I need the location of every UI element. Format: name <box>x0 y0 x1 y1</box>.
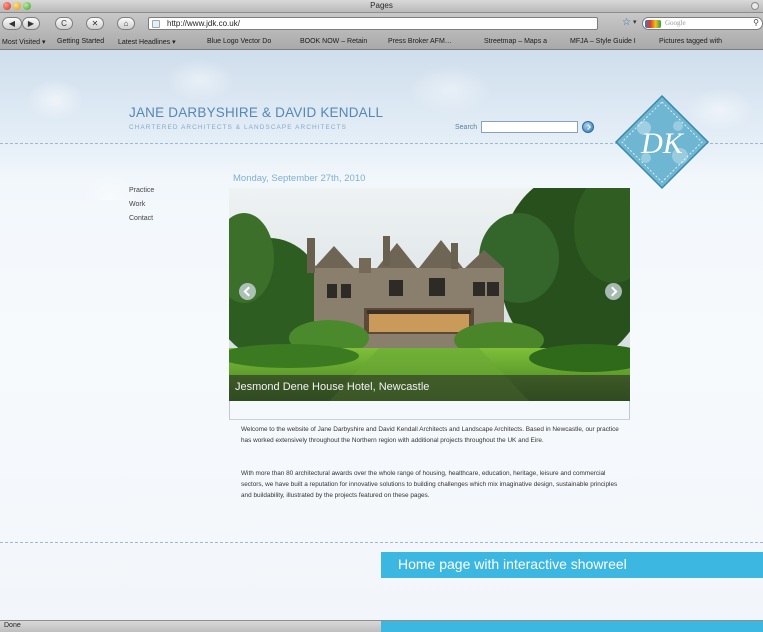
bookmark-item[interactable]: Pictures tagged with <box>659 38 722 45</box>
web-page: JANE DARBYSHIRE & DAVID KENDALL CHARTERE… <box>0 50 763 620</box>
showreel-slideshow[interactable]: Jesmond Dene House Hotel, Newcastle <box>229 188 630 401</box>
site-navigation: Practice Work Contact <box>129 187 154 229</box>
reload-icon: C <box>61 19 67 28</box>
next-slide-button[interactable] <box>605 283 622 300</box>
bookmark-item[interactable]: Streetmap – Maps a <box>484 38 547 45</box>
awards-paragraph: With more than 80 architectural awards o… <box>241 470 618 499</box>
bookmark-star-icon[interactable]: ☆ <box>622 17 631 28</box>
site-search-label: Search <box>455 124 478 131</box>
back-icon: ◀ <box>8 19 16 28</box>
status-text: Done <box>4 622 21 629</box>
slide-caption: Jesmond Dene House Hotel, Newcastle <box>235 381 430 393</box>
logo-letters: DK <box>640 127 685 160</box>
content-frame-bottom <box>229 419 630 420</box>
bookmarks-bar: Most Visited ▾ Getting Started Latest He… <box>0 34 763 50</box>
bookmark-item[interactable]: Getting Started <box>57 38 104 45</box>
bookmark-item[interactable]: BOOK NOW – Retain <box>300 38 367 45</box>
footer-divider <box>0 542 763 543</box>
bookmark-item[interactable]: Blue Logo Vector Do <box>207 38 271 45</box>
magnifier-icon[interactable]: ⚲ <box>753 18 759 27</box>
search-engine-icon[interactable] <box>645 20 661 28</box>
home-icon: ⌂ <box>123 19 129 28</box>
forward-button[interactable]: ▶ <box>22 17 40 30</box>
intro-paragraph: Welcome to the website of Jane Darbyshir… <box>241 426 619 444</box>
slide-caption-bar: Jesmond Dene House Hotel, Newcastle <box>229 375 630 401</box>
window-title: Pages <box>370 1 393 10</box>
practice-logo[interactable]: DK <box>612 92 712 192</box>
nav-item-contact[interactable]: Contact <box>129 215 154 222</box>
callout-text: Home page with interactive showreel <box>398 556 627 572</box>
nav-item-practice[interactable]: Practice <box>129 187 154 194</box>
home-button[interactable]: ⌂ <box>117 17 135 30</box>
search-go-button[interactable] <box>582 121 594 133</box>
search-engine-box[interactable]: Google ⚲ <box>642 17 763 30</box>
content-frame-left <box>229 401 230 419</box>
nav-item-work[interactable]: Work <box>129 201 154 208</box>
bookmark-item[interactable]: Most Visited ▾ <box>2 38 45 46</box>
bookmark-item[interactable]: Press Broker AFM… <box>388 38 452 45</box>
browser-status-bar: Done <box>0 620 763 632</box>
browser-toolbar: ◀ ▶ C ✕ ⌂ http://www.jdk.co.uk/ ☆ ▾ Goog… <box>0 13 763 50</box>
caption-callout: Home page with interactive showreel <box>381 552 763 578</box>
current-date: Monday, September 27th, 2010 <box>233 173 366 184</box>
search-engine-placeholder: Google <box>665 19 686 27</box>
site-search-input[interactable] <box>481 121 578 133</box>
site-title[interactable]: JANE DARBYSHIRE & DAVID KENDALL <box>129 105 383 120</box>
site-favicon-icon <box>152 20 160 28</box>
content-frame-right <box>629 401 630 419</box>
history-dropdown-icon[interactable]: ▾ <box>633 18 637 26</box>
stop-icon: ✕ <box>91 19 99 28</box>
previous-slide-button[interactable] <box>239 283 256 300</box>
address-text: http://www.jdk.co.uk/ <box>167 19 240 28</box>
address-bar[interactable]: http://www.jdk.co.uk/ <box>148 17 598 30</box>
toolbar-toggle-button[interactable] <box>751 2 759 10</box>
reload-button[interactable]: C <box>55 17 73 30</box>
site-subtitle: CHARTERED ARCHITECTS & LANDSCAPE ARCHITE… <box>129 124 347 131</box>
bookmark-item[interactable]: Latest Headlines ▾ <box>118 38 176 46</box>
showreel-photo <box>229 188 630 401</box>
window-titlebar: Pages <box>0 0 763 13</box>
bookmark-item[interactable]: MFJA – Style Guide I <box>570 38 636 45</box>
stop-button[interactable]: ✕ <box>86 17 104 30</box>
forward-icon: ▶ <box>27 19 35 28</box>
back-button[interactable]: ◀ <box>2 17 22 30</box>
